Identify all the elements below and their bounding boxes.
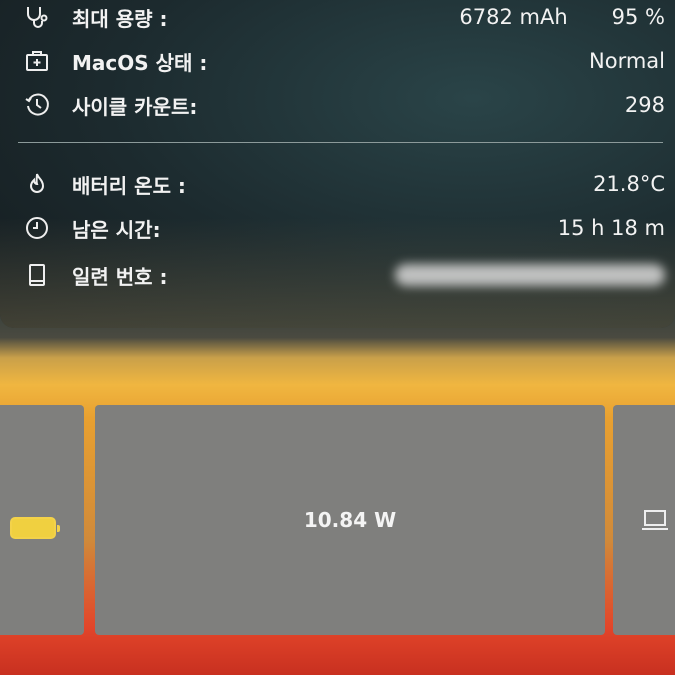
battery-temp-row: 배터리 온도 : 21.8°C (22, 169, 665, 199)
medical-kit-icon (22, 48, 52, 74)
max-capacity-value: 6782 mAh (459, 5, 568, 29)
cycle-count-row: 사이클 카운트: 298 (22, 90, 665, 120)
macos-status-row: MacOS 상태 : Normal (22, 46, 665, 76)
max-capacity-label: 최대 용량 : (72, 6, 168, 31)
battery-icon (10, 517, 60, 539)
time-remaining-row: 남은 시간: 15 h 18 m (22, 213, 665, 243)
stethoscope-icon (22, 4, 52, 30)
serial-number-redacted (395, 264, 665, 286)
laptop-icon (642, 510, 668, 530)
battery-temp-value: 21.8°C (593, 172, 665, 196)
cycle-count-label: 사이클 카운트: (72, 94, 198, 119)
cycle-count-value: 298 (624, 93, 665, 117)
clock-icon (22, 215, 52, 241)
flame-icon (22, 171, 52, 197)
tablet-icon (22, 262, 52, 288)
power-tile: 10.84 W (95, 405, 605, 635)
max-capacity-percent: 95 % (611, 5, 665, 29)
divider (18, 142, 663, 143)
serial-number-label: 일련 번호 : (72, 264, 168, 289)
serial-number-row: 일련 번호 : (22, 260, 665, 290)
macos-status-value: Normal (589, 49, 665, 73)
power-value: 10.84 W (303, 508, 397, 532)
macos-status-label: MacOS 상태 : (72, 50, 208, 75)
history-clock-icon (22, 92, 52, 118)
battery-temp-label: 배터리 온도 : (72, 173, 186, 198)
time-remaining-value: 15 h 18 m (557, 216, 665, 240)
max-capacity-row: 최대 용량 : 6782 mAh 95 % (22, 2, 665, 32)
time-remaining-label: 남은 시간: (72, 217, 161, 242)
